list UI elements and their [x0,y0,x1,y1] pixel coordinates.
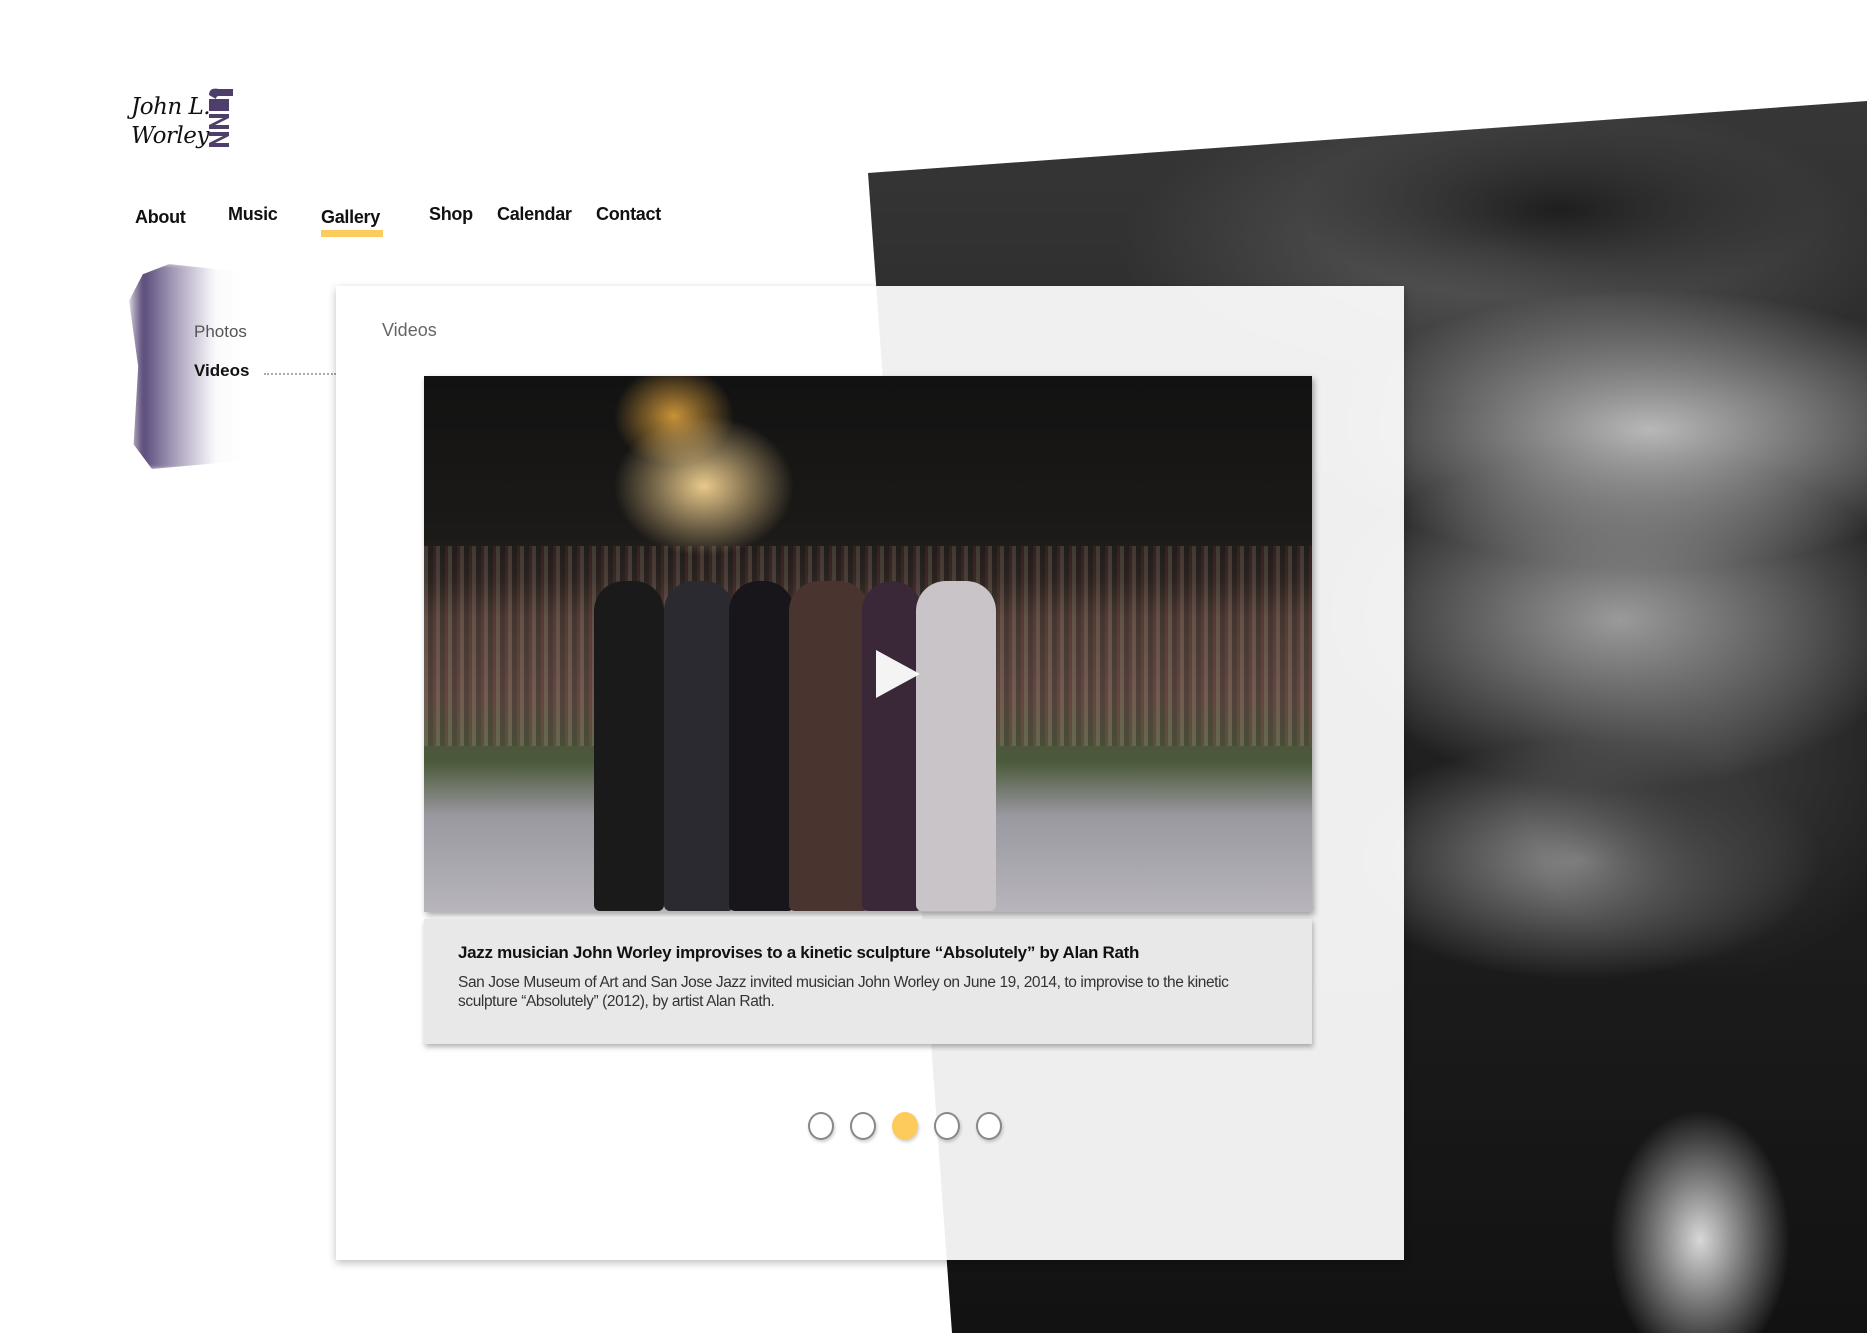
subnav-connector [264,373,336,375]
nav-shop[interactable]: Shop [429,204,473,225]
video-description: San Jose Museum of Art and San Jose Jazz… [458,974,1229,1010]
video-caption: Jazz musician John Worley improvises to … [424,919,1312,1044]
panel-title: Videos [382,320,437,340]
pager-dot-1[interactable] [808,1112,834,1140]
video-thumbnail[interactable] [424,376,1312,912]
video-title: Jazz musician John Worley improvises to … [458,943,1140,962]
logo[interactable]: John L. Worley [131,87,241,159]
band-member [916,581,996,911]
nav-contact[interactable]: Contact [596,204,661,225]
play-icon[interactable] [876,650,920,698]
band-member [862,581,922,911]
gallery-panel: Videos Jazz musician John Worley improvi… [336,286,1404,1260]
active-nav-underline [321,230,383,237]
nav-gallery[interactable]: Gallery [321,207,380,228]
subnav-photos[interactable]: Photos [194,322,247,342]
pager-dot-3-active[interactable] [892,1112,918,1140]
subnav-videos[interactable]: Videos [194,361,249,381]
band-member [664,581,734,911]
nav-music[interactable]: Music [228,204,278,225]
band-member [789,581,869,911]
logo-text: John L. Worley [131,94,211,149]
nav-calendar[interactable]: Calendar [497,204,572,225]
band-member [729,581,794,911]
pager-dot-4[interactable] [934,1112,960,1140]
pager-dot-5[interactable] [976,1112,1002,1140]
logo-jazz-mark [209,88,233,147]
nav-about[interactable]: About [135,207,186,228]
pager-dot-2[interactable] [850,1112,876,1140]
band-member [594,581,664,911]
carousel-pager [808,1112,1002,1140]
